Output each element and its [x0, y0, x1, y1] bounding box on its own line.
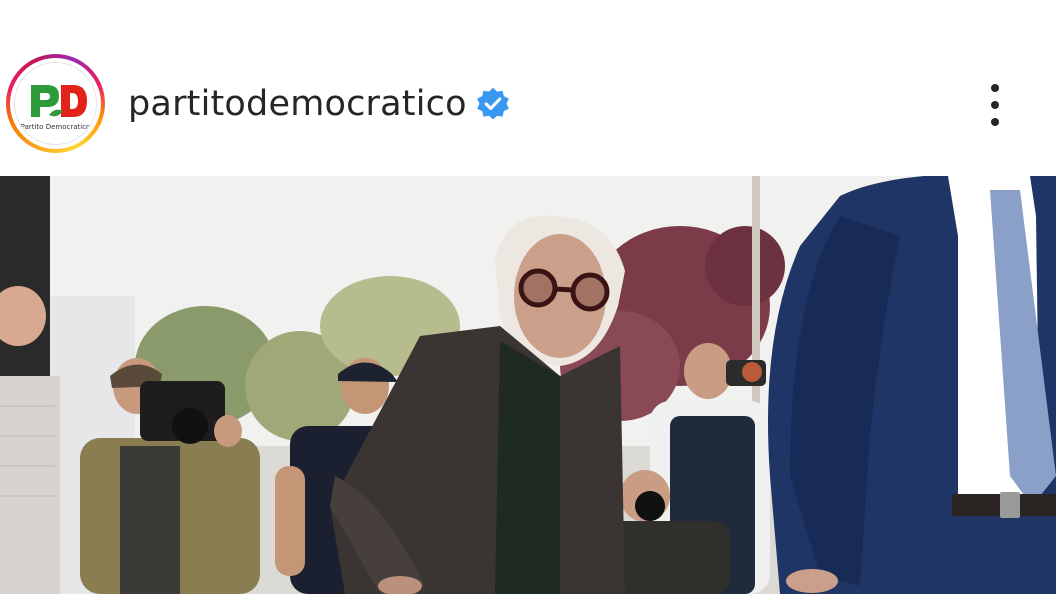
verified-badge-icon	[477, 87, 509, 120]
post-header: Partito Democratico partitodemocratico	[0, 0, 1056, 176]
post-photo-illustration	[0, 176, 1056, 594]
post-photo[interactable]	[0, 176, 1056, 594]
logo-caption: Partito Democratico	[20, 123, 91, 131]
story-ring[interactable]: Partito Democratico	[6, 54, 105, 153]
avatar[interactable]: Partito Democratico	[14, 62, 97, 145]
username[interactable]: partitodemocratico	[128, 84, 467, 124]
more-options-icon[interactable]	[979, 82, 1011, 128]
pd-logo	[31, 85, 87, 117]
